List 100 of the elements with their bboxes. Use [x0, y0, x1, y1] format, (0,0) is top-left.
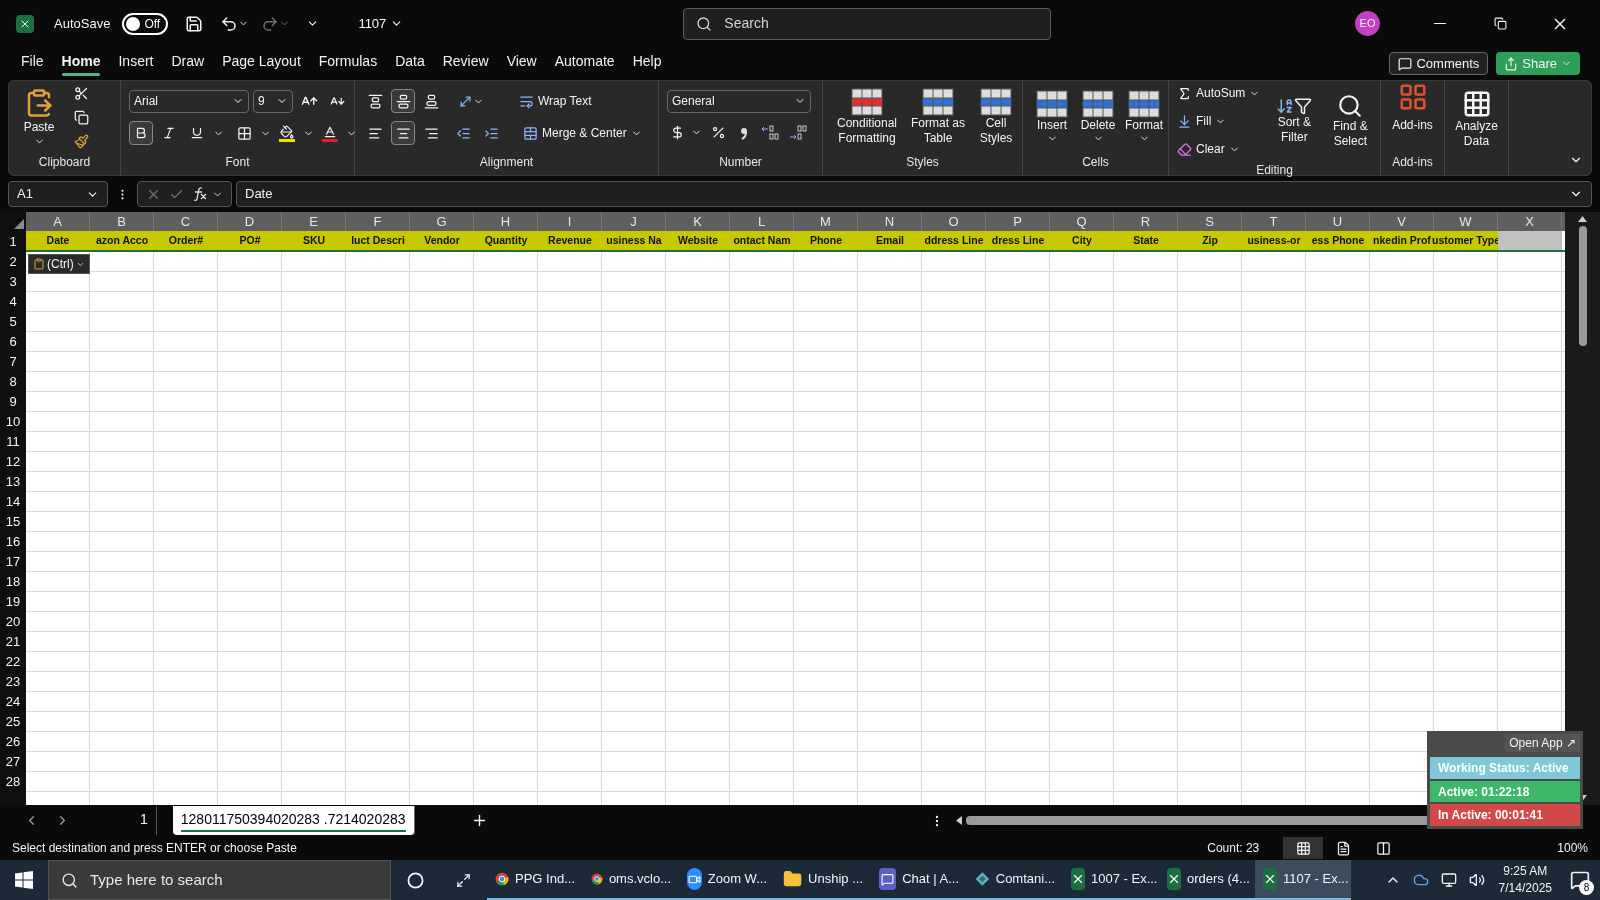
styles-button[interactable]: Conditional Formatting	[831, 82, 903, 152]
taskbar-app[interactable]: oms.vclo...	[583, 860, 679, 900]
paste-options-button[interactable]: (Ctrl)	[28, 254, 90, 274]
cells-button[interactable]: Format	[1123, 82, 1165, 152]
styles-button[interactable]: Cell Styles	[973, 82, 1019, 152]
menu-tab[interactable]: Insert	[109, 49, 163, 78]
open-app-link[interactable]: Open App ↗	[1505, 734, 1580, 752]
row-header[interactable]: 20	[0, 612, 26, 632]
find-select-button[interactable]: Find & Select	[1328, 86, 1373, 156]
formula-field[interactable]: Date	[236, 181, 1592, 207]
cells-button[interactable]: Insert	[1031, 82, 1073, 152]
sort-filter-button[interactable]: Sort & Filter	[1272, 86, 1317, 156]
clock-date[interactable]: 7/14/2025	[1498, 880, 1552, 897]
row-header[interactable]: 21	[0, 632, 26, 652]
table-icon	[922, 88, 954, 116]
cells-button[interactable]: Delete	[1077, 82, 1119, 152]
row-header[interactable]: 22	[0, 652, 26, 672]
group-label: Number	[719, 154, 762, 171]
row-header[interactable]: 16	[0, 532, 26, 552]
row-header[interactable]: 11	[0, 432, 26, 452]
normal-view-button[interactable]	[1283, 837, 1324, 859]
search-field[interactable]: Search	[683, 7, 1052, 40]
merge-center-button[interactable]: Merge & Center	[519, 121, 646, 145]
number-format-field[interactable]: General	[667, 89, 811, 113]
menu-tab[interactable]: Page Layout	[213, 49, 310, 78]
row-header[interactable]: 19	[0, 592, 26, 612]
comments-button[interactable]: Comments	[1389, 52, 1489, 75]
zoom-level[interactable]: 100%	[1557, 839, 1588, 857]
fill-button[interactable]: Fill	[1177, 109, 1261, 133]
file-name-button[interactable]: 1107	[358, 13, 404, 34]
user-avatar[interactable]: EO	[1355, 11, 1380, 36]
menu-tab[interactable]: Review	[433, 49, 498, 78]
menu-tab[interactable]: File	[12, 49, 53, 78]
header-cell: usiness Na	[602, 231, 666, 250]
row-header[interactable]: 24	[0, 692, 26, 712]
row-header[interactable]: 4	[0, 292, 26, 312]
taskbar-app[interactable]: Comtani...	[967, 860, 1063, 900]
row-header[interactable]: 12	[0, 452, 26, 472]
autosum-button[interactable]: AutoSum	[1177, 81, 1261, 105]
bold-button[interactable]	[129, 121, 153, 145]
taskbar-app[interactable]: Zoom W...	[679, 860, 775, 900]
font-name-field[interactable]: Arial	[129, 89, 249, 113]
row-header[interactable]: 28	[0, 772, 26, 792]
number-format: General	[672, 93, 715, 110]
notifications-button[interactable]: 8	[1560, 860, 1600, 900]
row-header[interactable]: 5	[0, 312, 26, 332]
cloud-icon	[1412, 872, 1429, 888]
taskbar-app[interactable]: Unship ...	[775, 860, 871, 900]
row-header[interactable]: 8	[0, 372, 26, 392]
analyze-data-button[interactable]: Analyze Data	[1453, 89, 1500, 149]
font-size-field[interactable]: 9	[253, 89, 293, 113]
insert-function-button[interactable]	[192, 187, 223, 201]
middle-align-button[interactable]	[391, 89, 415, 113]
search-icon	[696, 15, 713, 32]
row-header[interactable]: 23	[0, 672, 26, 692]
row-header[interactable]: 9	[0, 392, 26, 412]
sheet-tab[interactable]: 1	[132, 806, 157, 835]
taskbar-app[interactable]: 1107 - Ex...	[1255, 860, 1351, 900]
clear-button[interactable]: Clear	[1177, 137, 1261, 161]
row-header[interactable]: 26	[0, 732, 26, 752]
row-header[interactable]: 13	[0, 472, 26, 492]
chat-icon	[879, 868, 897, 890]
row-header[interactable]: 1	[0, 231, 26, 252]
paste-button[interactable]: Paste	[17, 82, 61, 152]
taskbar-app[interactable]: PPG Ind...	[487, 860, 583, 900]
add-ins-button[interactable]: Add-ins	[1389, 82, 1436, 152]
row-header[interactable]: 6	[0, 332, 26, 352]
align-center-button[interactable]	[391, 121, 415, 145]
menu-tab[interactable]: Home	[52, 49, 110, 78]
menu-tab[interactable]: View	[497, 49, 546, 78]
row-header[interactable]: 25	[0, 712, 26, 732]
sheet-tab[interactable]: 128011750394020283 .7214020283	[172, 806, 415, 835]
menu-tab[interactable]: Draw	[162, 49, 214, 78]
row-header[interactable]: 17	[0, 552, 26, 572]
row-header[interactable]: 2	[0, 252, 26, 272]
row-header[interactable]: 18	[0, 572, 26, 592]
clock-time[interactable]: 9:25 AM	[1503, 863, 1548, 880]
vertical-scrollbar[interactable]	[1578, 226, 1587, 346]
row-header[interactable]: 15	[0, 512, 26, 532]
header-cell: Order#	[154, 231, 218, 250]
cell-reference: A1	[17, 185, 33, 204]
taskbar-app[interactable]: Chat | A...	[871, 860, 967, 900]
taskbar-search-field[interactable]: Type here to search	[48, 860, 391, 900]
row-header[interactable]: 3	[0, 272, 26, 292]
taskbar-app[interactable]: 1007 - Ex...	[1063, 860, 1159, 900]
wrap-text-button[interactable]: Wrap Text	[515, 89, 596, 113]
row-header[interactable]: 7	[0, 352, 26, 372]
menu-tab[interactable]: Formulas	[309, 49, 387, 78]
menu-tab[interactable]: Help	[623, 49, 671, 78]
row-header[interactable]: 10	[0, 412, 26, 432]
autosave-toggle[interactable]: Off	[122, 12, 169, 35]
menu-tab[interactable]: Data	[386, 49, 434, 78]
row-header[interactable]: 27	[0, 752, 26, 772]
select-all-icon[interactable]	[14, 219, 24, 229]
styles-button[interactable]: Format as Table	[907, 82, 969, 152]
row-header[interactable]: 14	[0, 492, 26, 512]
down-arrow-icon	[1177, 113, 1192, 129]
scissors-icon	[73, 85, 89, 101]
name-box[interactable]: A1	[8, 181, 108, 207]
menu-tab[interactable]: Automate	[545, 49, 624, 78]
